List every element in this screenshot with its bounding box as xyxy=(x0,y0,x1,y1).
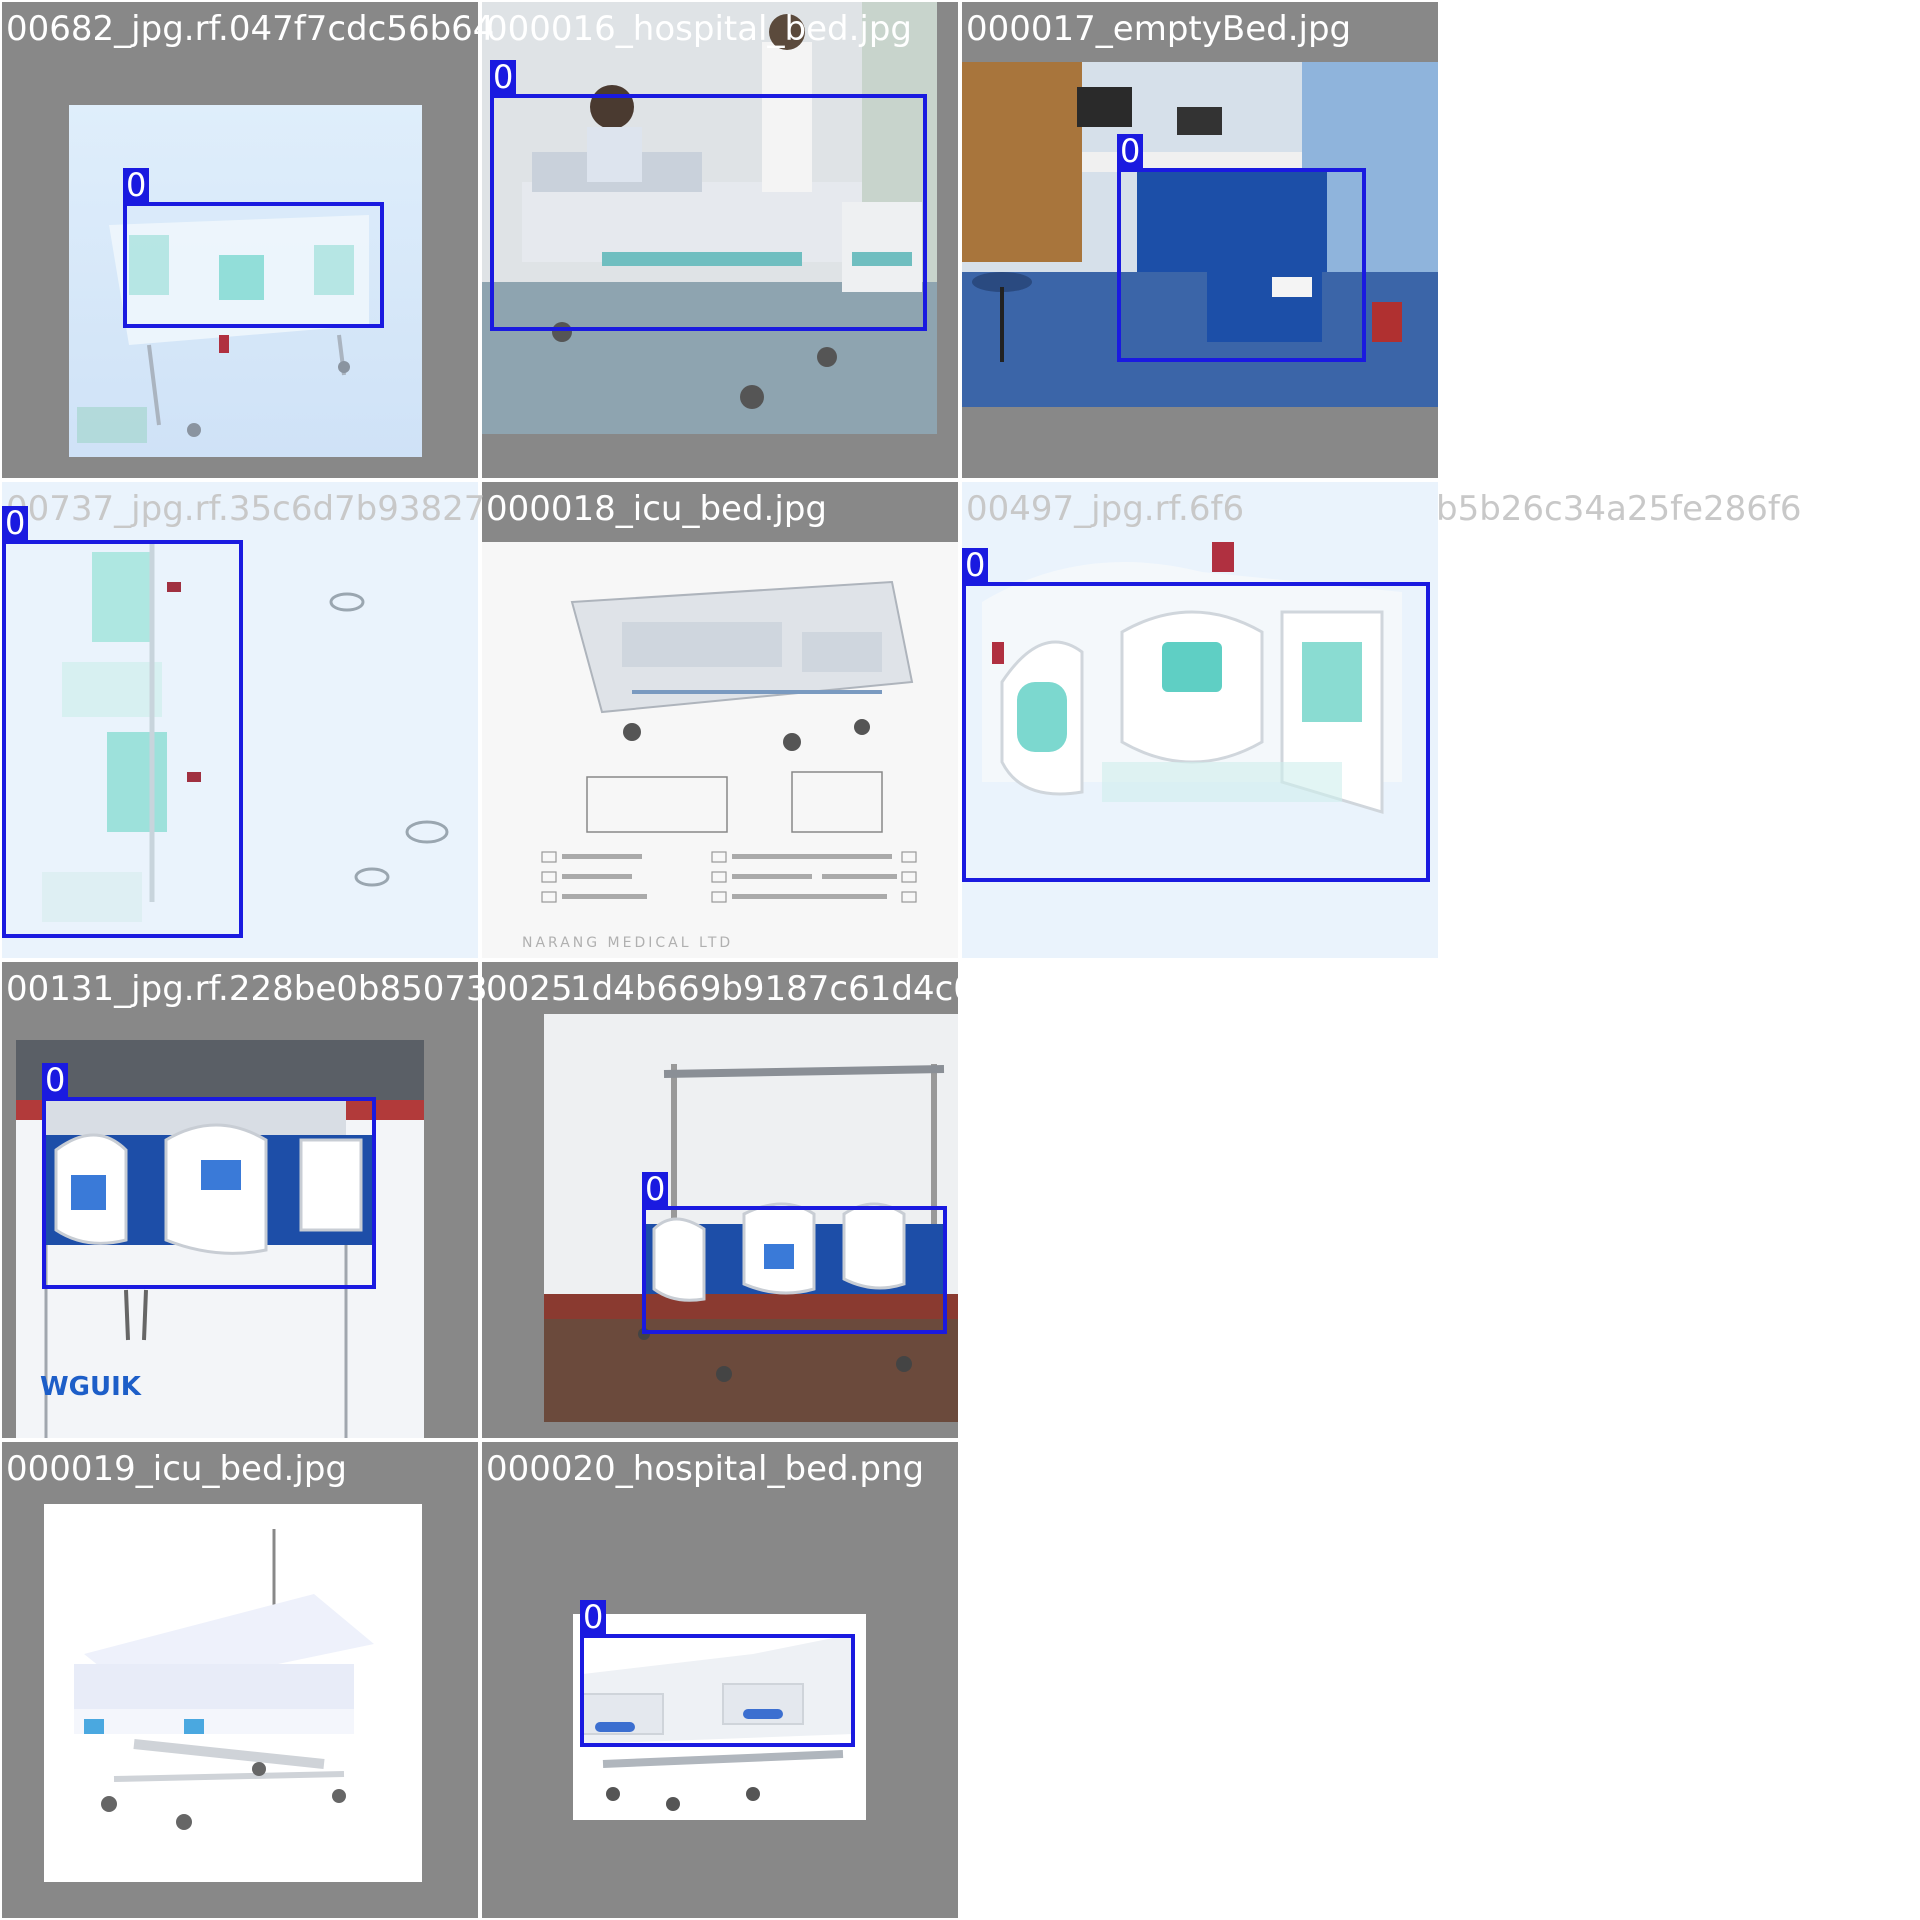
grid-tile-10: 0 000020_hospital_bed.png xyxy=(482,1442,958,1918)
image-filename: 00737_jpg.rf.35c6d7b93827 xyxy=(6,489,486,529)
image-filename-overflow: 1d4b669b9187c61d4c0938e0e427 xyxy=(570,969,1169,1009)
image-filename-overflow: b5b26c34a25fe286f6 xyxy=(1436,489,1802,529)
grid-tile-8: 0 0025 1d4b669b9187c61d4c0938e0e427 xyxy=(482,962,1168,1438)
catalogue-watermark: NARANG MEDICAL LTD xyxy=(522,935,733,951)
detection-box xyxy=(642,1206,947,1334)
brand-logo: WGUIK xyxy=(40,1372,142,1402)
image-filename: 000020_hospital_bed.png xyxy=(486,1449,925,1489)
detection-box-label: 0 xyxy=(642,1172,669,1206)
image-filename-part: 0025 xyxy=(486,969,573,1009)
image-filename: 00682_jpg.rf.047f7cdc56b64 xyxy=(6,9,495,49)
detection-box-label: 0 xyxy=(1117,134,1144,168)
detection-box-label: 0 xyxy=(490,60,517,94)
grid-tile-9: 000019_icu_bed.jpg xyxy=(2,1442,478,1918)
detection-box xyxy=(490,94,927,331)
image-filename-part: 00497_jpg.rf.6f6 xyxy=(966,489,1245,529)
detection-box-label: 0 xyxy=(123,168,150,202)
detection-box-label: 0 xyxy=(962,548,989,582)
image-filename: 0025 1d4b669b9187c61d4c0938e0e427 xyxy=(486,969,1168,1009)
image-filename: 000016_hospital_bed.jpg xyxy=(486,9,912,49)
grid-tile-4: 0 00737_jpg.rf.35c6d7b93827 xyxy=(2,482,485,958)
detection-box xyxy=(123,202,384,328)
grid-tile-6: 0 00497_jpg.rf.6f6 b5b26c34a25fe286f6 xyxy=(962,482,1802,958)
grid-tile-5: NARANG MEDICAL LTD 000018_icu_bed.jpg xyxy=(482,482,958,958)
detection-box-label: 0 xyxy=(42,1063,69,1097)
grid-tile-7: WGUIK 0 00131_jpg.rf.228be0b85073 xyxy=(2,962,488,1438)
detection-box xyxy=(580,1634,855,1747)
detection-box xyxy=(1117,168,1366,362)
grid-tile-2: 0 000016_hospital_bed.jpg xyxy=(482,2,958,478)
image-filename: 000018_icu_bed.jpg xyxy=(486,489,827,529)
image-filename: 00497_jpg.rf.6f6 b5b26c34a25fe286f6 xyxy=(966,489,1802,529)
detection-box-label: 0 xyxy=(2,506,29,540)
image-filename: 000019_icu_bed.jpg xyxy=(6,1449,347,1489)
detection-box xyxy=(42,1097,376,1289)
image-filename: 00131_jpg.rf.228be0b85073 xyxy=(6,969,488,1009)
detection-box xyxy=(2,540,243,938)
grid-tile-1: 0 00682_jpg.rf.047f7cdc56b64 xyxy=(2,2,494,478)
image-filename: 000017_emptyBed.jpg xyxy=(966,9,1352,49)
tile-9-image xyxy=(44,1504,422,1882)
grid-tile-3: 0 000017_emptyBed.jpg xyxy=(962,2,1438,478)
detection-box xyxy=(962,582,1430,882)
tile-5-image: NARANG MEDICAL LTD xyxy=(482,542,958,958)
detection-box-label: 0 xyxy=(580,1600,607,1634)
